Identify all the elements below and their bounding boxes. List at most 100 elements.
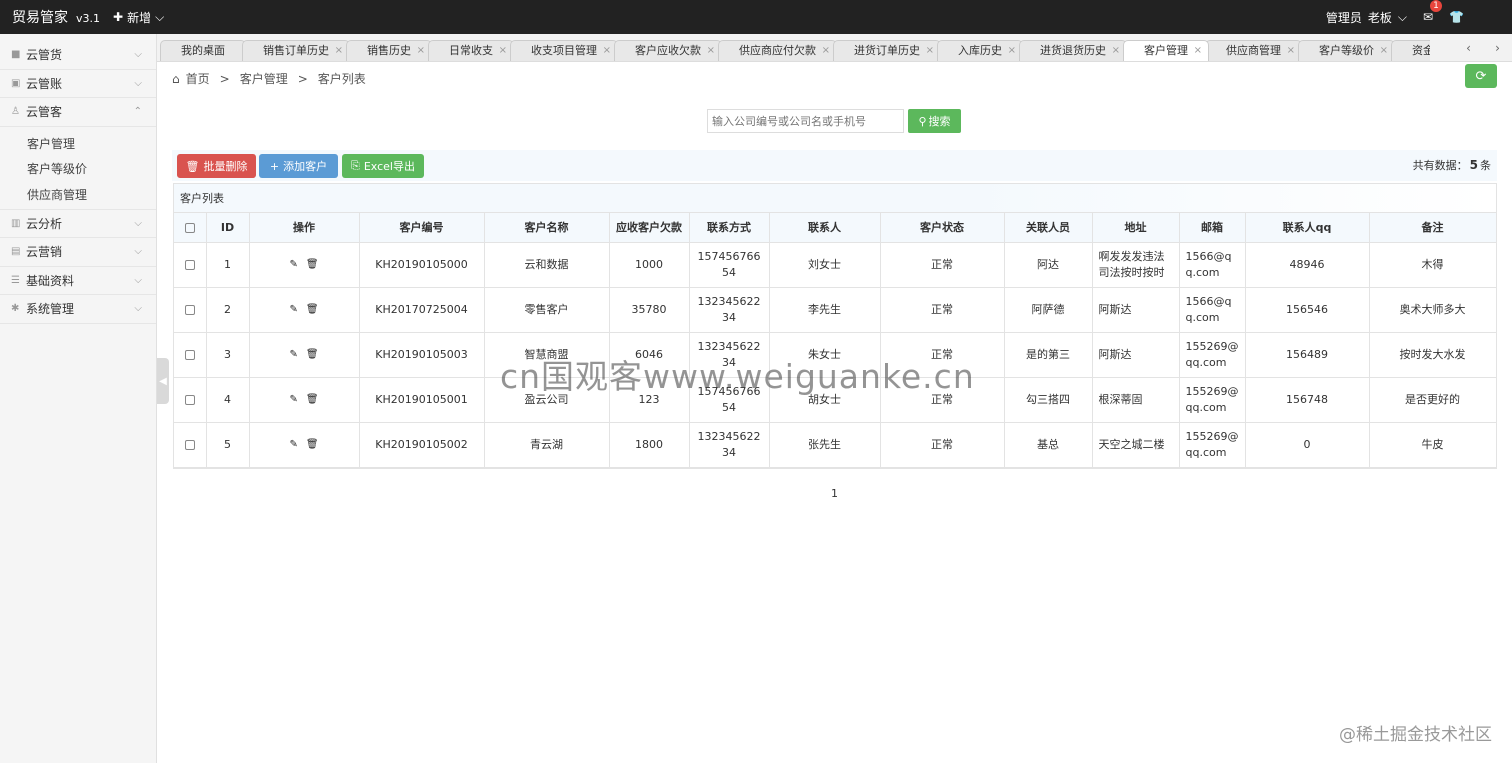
sidebar-item-accounts[interactable]: ▣ 云管账 ⌵ (0, 70, 156, 98)
tab-item[interactable]: 入库历史 × (937, 40, 1023, 61)
cell-note: 木得 (1369, 242, 1497, 288)
sidebar-subitem-supplier-management[interactable]: 供应商管理 (0, 181, 156, 210)
theme-button[interactable]: 👕 (1449, 10, 1464, 24)
row-checkbox[interactable] (184, 349, 195, 360)
search-icon: ⚲ (918, 115, 927, 128)
close-icon[interactable]: × (603, 41, 611, 61)
pagination-page-1[interactable]: 1 (831, 487, 838, 500)
column-header: 客户编号 (359, 213, 485, 243)
action-bar: 🗑 批量删除 + 添加客户 ⎘ Excel导出 共有数据： 5 条 (172, 150, 1497, 181)
cell-code: KH20170725004 (359, 287, 485, 333)
tab-item[interactable]: 进货退货历史 × (1019, 40, 1127, 61)
cog-icon: ✱ (11, 303, 20, 315)
refresh-button[interactable]: ⟳ (1465, 64, 1497, 88)
close-icon[interactable]: × (335, 41, 343, 61)
tab-item[interactable]: 收支项目管理 × (510, 40, 618, 61)
row-checkbox-cell (174, 287, 207, 333)
sidebar-item-label: 系统管理 (26, 302, 75, 317)
sidebar-item-goods[interactable]: ■ 云管货 ⌵ (0, 41, 156, 70)
chevron-down-icon: ⌵ (1397, 9, 1407, 24)
close-icon[interactable]: × (1112, 41, 1120, 61)
close-icon[interactable]: × (822, 41, 830, 61)
trash-icon[interactable]: 🗑 (306, 347, 319, 363)
sidebar-item-base-data[interactable]: ☰ 基础资料 ⌵ (0, 267, 156, 295)
sidebar-subitem-customer-management[interactable]: 客户管理 (0, 131, 156, 156)
tab-item[interactable]: 客户管理 × (1123, 40, 1209, 61)
excel-export-label: Excel导出 (363, 160, 415, 173)
sidebar-item-marketing[interactable]: ▤ 云营销 ⌵ (0, 238, 156, 267)
tab-item[interactable]: 日常收支 × (428, 40, 514, 61)
select-all-checkbox[interactable] (184, 222, 195, 233)
sidebar-subitem-customer-level-price[interactable]: 客户等级价 (0, 156, 156, 181)
new-label: 新增 (127, 10, 152, 25)
sidebar-item-customers[interactable]: ♙ 云管客 ⌃ (0, 98, 156, 127)
tab-item[interactable]: 客户等级价 × (1298, 40, 1395, 61)
table-row[interactable]: 2 ✎ 🗑 KH20170725004 零售客户 35780 13234562234 李先生正… (174, 287, 1497, 333)
tab-item[interactable]: 我的桌面 (160, 40, 246, 61)
row-checkbox[interactable] (184, 259, 195, 270)
tab-item[interactable]: 销售订单历史 × (242, 40, 350, 61)
excel-export-button[interactable]: ⎘ Excel导出 (342, 154, 424, 178)
tab-item[interactable]: 供应商管理 × (1205, 40, 1302, 61)
cell-contact: 张先生 (769, 422, 881, 468)
close-icon[interactable]: × (1194, 41, 1202, 61)
cell-address: 阿斯达 (1092, 287, 1180, 333)
edit-icon[interactable]: ✎ (289, 347, 297, 363)
close-icon[interactable]: × (1008, 41, 1016, 61)
close-icon[interactable]: × (707, 41, 715, 61)
plus-icon: ✚ (113, 10, 124, 24)
cell-related: 是的第三 (1004, 332, 1093, 378)
close-icon[interactable]: × (1380, 41, 1388, 61)
trash-icon[interactable]: 🗑 (306, 257, 319, 273)
row-actions: ✎ 🗑 (249, 377, 360, 423)
edit-icon[interactable]: ✎ (289, 437, 297, 453)
search-input[interactable] (707, 109, 904, 133)
edit-icon[interactable]: ✎ (289, 257, 297, 273)
sidebar-collapse-handle[interactable]: ◀ (157, 358, 169, 404)
close-icon[interactable]: × (417, 41, 425, 61)
trash-icon[interactable]: 🗑 (306, 302, 319, 318)
chevron-left-icon[interactable]: ‹ (1466, 41, 1471, 55)
tab-label: 客户等级价 (1319, 44, 1374, 57)
edit-icon[interactable]: ✎ (289, 392, 297, 408)
row-checkbox[interactable] (184, 439, 195, 450)
tab-item[interactable]: 进货订单历史 × (833, 40, 941, 61)
table-row[interactable]: 1 ✎ 🗑 KH20190105000 云和数据 1000 15745676654 刘女士 正常… (174, 242, 1497, 288)
tab-bar: 我的桌面 销售订单历史 × 销售历史 × 日常收支 × 收支项目管理 × 客户应收欠款 × 供应商应付… (157, 34, 1512, 62)
cell-status: 正常 (880, 287, 1005, 333)
row-checkbox[interactable] (184, 394, 195, 405)
cell-name: 云和数据 (484, 242, 610, 288)
batch-delete-button[interactable]: 🗑 批量删除 (177, 154, 256, 178)
sidebar-item-label: 云管账 (26, 76, 63, 91)
breadcrumb-level1[interactable]: 客户管理 (240, 70, 288, 87)
tab-label: 销售历史 (367, 44, 411, 57)
add-customer-button[interactable]: + 添加客户 (259, 154, 338, 178)
trash-icon[interactable]: 🗑 (306, 392, 319, 408)
cell-status: 正常 (880, 422, 1005, 468)
tab-item[interactable]: 供应商应付欠款 × (718, 40, 837, 61)
tab-item[interactable]: 资金流× (1391, 40, 1430, 61)
search-button[interactable]: ⚲ 搜索 (908, 109, 961, 133)
cell-debt: 1000 (609, 242, 690, 288)
app-brand[interactable]: 贸易管家 v3.1 (0, 7, 105, 27)
cell-qq: 156546 (1245, 287, 1370, 333)
trash-icon[interactable]: 🗑 (306, 437, 319, 453)
edit-icon[interactable]: ✎ (289, 302, 297, 318)
close-icon[interactable]: × (1287, 41, 1295, 61)
row-actions: ✎ 🗑 (249, 332, 360, 378)
tab-item[interactable]: 销售历史 × (346, 40, 432, 61)
breadcrumb-home[interactable]: 首页 (186, 70, 210, 87)
sidebar-item-analysis[interactable]: ▥ 云分析 ⌵ (0, 210, 156, 238)
mail-button[interactable]: ✉ 1 (1423, 0, 1443, 24)
tab-item[interactable]: 客户应收欠款 × (614, 40, 722, 61)
tab-label: 销售订单历史 (263, 44, 329, 57)
close-icon[interactable]: × (926, 41, 934, 61)
row-checkbox[interactable] (184, 304, 195, 315)
sidebar-item-system[interactable]: ✱ 系统管理 ⌵ (0, 295, 156, 324)
customer-table: 客户列表 ID 操作 客户编号 客户名称 应收客户欠款 联系方式 联系人 客户状… (173, 183, 1497, 469)
close-icon[interactable]: × (499, 41, 507, 61)
chevron-right-icon[interactable]: › (1495, 41, 1500, 55)
table-row[interactable]: 5 ✎ 🗑 KH20190105002 青云湖 1800 13234562234 张先生 正常基… (174, 422, 1497, 468)
new-dropdown-button[interactable]: ✚ 新增 ⌵ (113, 9, 164, 26)
user-menu[interactable]: 管理员 老板 ⌵ (1326, 9, 1407, 26)
